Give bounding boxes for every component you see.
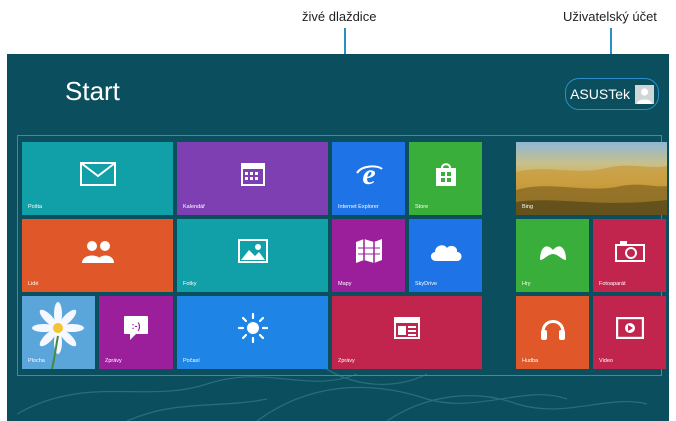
video-play-icon <box>615 317 644 340</box>
tile-label: SkyDrive <box>415 281 438 287</box>
tile-label: Fotky <box>183 281 197 287</box>
tile-zpravy-chat[interactable]: :-) Zprávy <box>99 296 173 369</box>
tile-video[interactable]: Video <box>593 296 666 369</box>
tile-fotoaparat[interactable]: Fotoaparát <box>593 219 666 292</box>
store-bag-icon <box>435 161 457 187</box>
tile-skydrive[interactable]: SkyDrive <box>409 219 482 292</box>
gamepad-icon <box>538 240 568 262</box>
tile-hry[interactable]: Hry <box>516 219 589 292</box>
tile-pocasi[interactable]: Počasí <box>177 296 328 369</box>
tile-mapy[interactable]: Mapy <box>332 219 405 292</box>
cloud-icon <box>428 240 464 262</box>
callout-user-account: Uživatelský účet <box>563 9 657 24</box>
people-icon <box>81 239 115 264</box>
tile-label: Zprávy <box>105 358 122 364</box>
internet-explorer-icon: e <box>354 159 384 189</box>
callout-live-tiles: živé dlaždice <box>302 9 377 24</box>
svg-text::-): :-) <box>132 321 141 331</box>
tile-internet-explorer[interactable]: e Internet Explorer <box>332 142 405 215</box>
start-screen: Start ASUSTek Pošta Kalendář e Internet … <box>7 54 669 421</box>
newspaper-icon <box>394 317 420 340</box>
calendar-icon <box>240 162 265 187</box>
user-avatar-icon <box>635 84 654 104</box>
tile-label: Lidé <box>28 281 39 287</box>
tile-label: Plocha <box>28 358 45 364</box>
tile-label: Hudba <box>522 358 539 364</box>
tile-plocha[interactable]: Plocha <box>22 296 95 369</box>
tile-label: Bing <box>522 204 534 210</box>
tile-fotky[interactable]: Fotky <box>177 219 328 292</box>
tile-label: Store <box>415 204 429 210</box>
map-icon <box>355 238 383 264</box>
tile-posta[interactable]: Pošta <box>22 142 173 215</box>
tile-bing[interactable]: Bing <box>516 142 667 215</box>
tile-hudba[interactable]: Hudba <box>516 296 589 369</box>
tile-label: Internet Explorer <box>338 204 379 210</box>
tile-label: Počasí <box>183 358 200 364</box>
tile-lide[interactable]: Lidé <box>22 219 173 292</box>
user-account[interactable]: ASUSTek <box>565 78 659 110</box>
tile-label: Hry <box>522 281 531 287</box>
user-name: ASUSTek <box>570 86 630 102</box>
photo-icon <box>237 239 268 264</box>
mail-icon <box>79 162 116 187</box>
bing-landscape-image <box>516 165 667 215</box>
tile-label: Video <box>599 358 613 364</box>
camera-icon <box>614 240 645 263</box>
tile-store[interactable]: Store <box>409 142 482 215</box>
tile-label: Mapy <box>338 281 352 287</box>
sun-icon <box>237 313 268 344</box>
tile-zpravy-news[interactable]: Zprávy <box>332 296 482 369</box>
start-title: Start <box>65 76 120 106</box>
chat-bubble-icon: :-) <box>123 315 149 341</box>
tile-label: Zprávy <box>338 358 355 364</box>
tile-label: Kalendář <box>183 204 206 210</box>
headphones-icon <box>539 314 567 342</box>
svg-text:e: e <box>362 159 375 189</box>
tile-label: Pošta <box>28 204 43 210</box>
tile-kalendar[interactable]: Kalendář <box>177 142 328 215</box>
tile-label: Fotoaparát <box>599 281 626 287</box>
